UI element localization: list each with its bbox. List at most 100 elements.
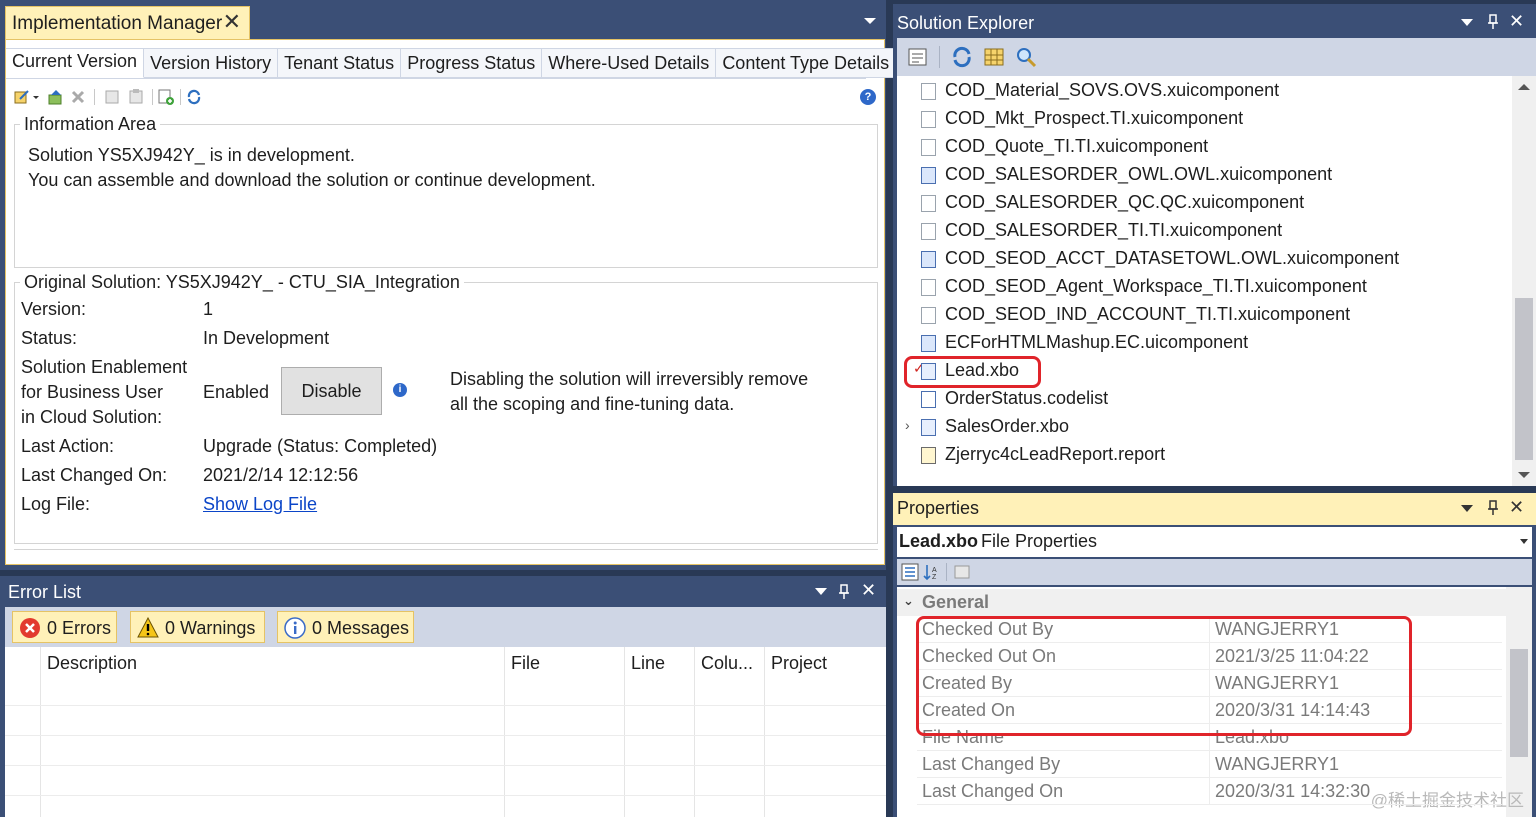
tab-current-version[interactable]: Current Version: [6, 48, 145, 78]
pin-icon[interactable]: [1487, 500, 1499, 516]
solution-explorer-window: Solution Explorer ✕ Zjerryc4cLeadReport.…: [893, 4, 1536, 486]
tree-item[interactable]: COD_Quote_TI.TI.xuicomponent: [897, 133, 1507, 161]
paste-icon[interactable]: [128, 89, 144, 105]
tree-item[interactable]: Zjerryc4cLeadReport.report: [897, 441, 1507, 469]
highlight-annotation-properties: [916, 616, 1412, 736]
refresh-icon[interactable]: [951, 46, 973, 68]
add-item-icon[interactable]: [158, 89, 174, 105]
categorized-icon[interactable]: [901, 563, 919, 581]
tab-version-history[interactable]: Version History: [144, 48, 279, 78]
help-icon[interactable]: ?: [860, 89, 876, 105]
tree-item[interactable]: COD_SALESORDER_OWL.OWL.xuicomponent: [897, 161, 1507, 189]
expand-icon[interactable]: ›: [905, 417, 910, 433]
property-key: Last Changed On: [922, 781, 1064, 801]
properties-scrollbar[interactable]: [1506, 587, 1532, 817]
refresh-icon[interactable]: [186, 89, 202, 105]
upload-icon[interactable]: [48, 89, 64, 105]
show-log-file-link[interactable]: Show Log File: [203, 494, 317, 515]
enablement-label-1: Solution Enablement: [21, 357, 188, 377]
column-separator: [624, 647, 625, 817]
tree-item[interactable]: COD_SEOD_IND_ACCOUNT_TI.TI.xuicomponent: [897, 301, 1507, 329]
tree-item[interactable]: COD_Mkt_Prospect.TI.xuicomponent: [897, 105, 1507, 133]
column-header-description[interactable]: Description: [47, 653, 137, 674]
tree-scrollbar[interactable]: [1512, 76, 1536, 486]
show-all-files-icon[interactable]: [983, 46, 1005, 68]
properties-icon[interactable]: [907, 46, 929, 68]
close-icon[interactable]: ✕: [1509, 11, 1524, 32]
chevron-down-icon[interactable]: [864, 18, 876, 24]
last-changed-label: Last Changed On:: [21, 465, 168, 485]
bottom-divider: [14, 549, 878, 550]
close-icon[interactable]: ✕: [861, 580, 876, 601]
scroll-down-icon[interactable]: [1518, 472, 1530, 478]
category-label: General: [922, 592, 990, 612]
error-list-grid: Description File Line Colu... Project: [5, 647, 886, 817]
category-general[interactable]: ⌄ General: [897, 589, 1507, 616]
tree-item[interactable]: ECForHTMLMashup.EC.uicomponent: [897, 329, 1507, 357]
copy-icon[interactable]: [104, 89, 120, 105]
tree-item[interactable]: COD_SEOD_ACCT_DATASETOWL.OWL.xuicomponen…: [897, 245, 1507, 273]
edit-icon[interactable]: [14, 89, 30, 105]
scrollbar-thumb[interactable]: [1510, 649, 1528, 757]
info-icon[interactable]: i: [393, 383, 407, 397]
tree-item-label: ECForHTMLMashup.EC.uicomponent: [945, 332, 1249, 352]
column-separator: [1209, 778, 1210, 805]
tab-tenant-status[interactable]: Tenant Status: [278, 48, 402, 78]
tree-item[interactable]: COD_SALESORDER_QC.QC.xuicomponent: [897, 189, 1507, 217]
tree-item-label: SalesOrder.xbo: [945, 416, 1070, 436]
column-header-file[interactable]: File: [511, 653, 540, 674]
property-pages-icon[interactable]: [953, 563, 971, 581]
property-row[interactable]: Last Changed On 2020/3/31 14:32:30: [917, 778, 1502, 805]
tree-item[interactable]: COD_SALESORDER_TI.TI.xuicomponent: [897, 217, 1507, 245]
property-row[interactable]: Last Changed By WANGJERRY1: [917, 751, 1502, 778]
delete-icon[interactable]: [70, 89, 86, 105]
errors-filter-button[interactable]: 0 Errors: [12, 611, 117, 643]
object-selector[interactable]: Lead.xbo File Properties: [897, 527, 1532, 557]
implementation-manager-tab[interactable]: Implementation Manager ✕: [5, 6, 250, 39]
error-list-title: Error List: [8, 582, 82, 602]
warnings-filter-button[interactable]: 0 Warnings: [130, 611, 265, 643]
pin-icon[interactable]: [1487, 14, 1499, 30]
property-key: Last Changed By: [922, 754, 1061, 774]
tree-item-label: COD_Quote_TI.TI.xuicomponent: [945, 136, 1209, 156]
tree-item-label: COD_Material_SOVS.OVS.xuicomponent: [945, 80, 1280, 100]
tab-where-used-details[interactable]: Where-Used Details: [542, 48, 717, 78]
scroll-up-icon[interactable]: [1518, 84, 1530, 90]
close-icon[interactable]: ✕: [1509, 497, 1524, 518]
chevron-down-icon[interactable]: [815, 588, 827, 596]
properties-title: Properties: [897, 498, 980, 518]
sort-alphabetical-icon[interactable]: AZ: [923, 563, 941, 581]
search-icon[interactable]: [1015, 46, 1037, 68]
warnings-count-label: 0 Warnings: [165, 618, 256, 638]
svg-text:A: A: [932, 567, 937, 574]
window-title: Implementation Manager: [12, 13, 223, 34]
tab-content-type-details[interactable]: Content Type Details: [716, 48, 897, 78]
column-header-column[interactable]: Colu...: [701, 653, 753, 674]
tree-item-label: OrderStatus.codelist: [945, 388, 1109, 408]
document-icon: [921, 307, 936, 324]
pin-icon[interactable]: [838, 584, 850, 600]
tree-item[interactable]: OrderStatus.codelist: [897, 385, 1507, 413]
messages-filter-button[interactable]: 0 Messages: [277, 611, 414, 643]
dropdown-arrow-icon[interactable]: [32, 89, 40, 105]
error-icon: [20, 618, 40, 638]
tree-item[interactable]: COD_Material_SOVS.OVS.xuicomponent: [897, 77, 1507, 105]
close-icon[interactable]: ✕: [223, 9, 241, 35]
original-solution-title: Original Solution: YS5XJ942Y_ - CTU_SIA_…: [20, 272, 464, 293]
tree-item[interactable]: COD_SEOD_Agent_Workspace_TI.TI.xuicompon…: [897, 273, 1507, 301]
dropdown-arrow-icon[interactable]: [1520, 539, 1528, 545]
svg-text:Z: Z: [932, 574, 937, 581]
disable-button[interactable]: Disable: [281, 367, 382, 415]
tree-item[interactable]: › SalesOrder.xbo: [897, 413, 1507, 441]
chevron-down-icon[interactable]: [1461, 505, 1473, 513]
tree-item-label: COD_SEOD_IND_ACCOUNT_TI.TI.xuicomponent: [945, 304, 1351, 324]
column-header-project[interactable]: Project: [771, 653, 827, 674]
chevron-down-icon[interactable]: [1461, 19, 1473, 27]
code-list-icon: [921, 391, 936, 408]
column-header-line[interactable]: Line: [631, 653, 665, 674]
scrollbar-thumb[interactable]: [1515, 298, 1533, 460]
disable-note-line-1: Disabling the solution will irreversibly…: [450, 369, 809, 389]
collapse-icon[interactable]: ⌄: [903, 593, 914, 609]
table-row: [5, 735, 886, 736]
tab-progress-status[interactable]: Progress Status: [401, 48, 543, 78]
